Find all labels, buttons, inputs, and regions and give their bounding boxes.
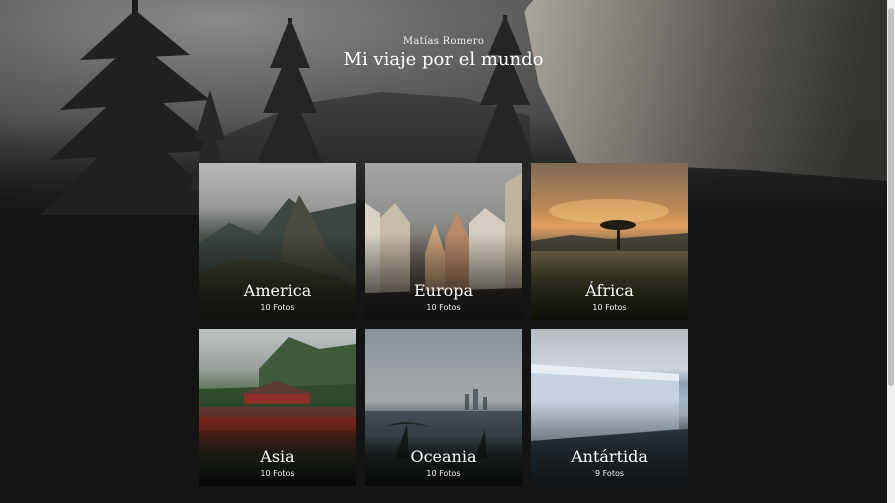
photo-count: 10 Fotos <box>260 469 295 478</box>
card-label: Oceania 10 Fotos <box>365 447 522 479</box>
continent-gallery: America 10 Fotos Europa 10 Fotos África … <box>199 163 688 486</box>
continent-name: Asia <box>260 447 295 466</box>
photo-count: 10 Fotos <box>260 303 295 312</box>
continent-name: America <box>243 281 312 300</box>
author-name: Matías Romero <box>402 36 485 47</box>
card-america[interactable]: America 10 Fotos <box>199 163 356 320</box>
scrollbar-thumb[interactable] <box>888 8 894 386</box>
continent-name: Oceania <box>410 447 477 466</box>
continent-name: Antártida <box>571 447 648 466</box>
continent-name: África <box>585 281 634 300</box>
card-oceania[interactable]: Oceania 10 Fotos <box>365 329 522 486</box>
card-europa[interactable]: Europa 10 Fotos <box>365 163 522 320</box>
page: Matías Romero Mi viaje por el mundo Amer… <box>0 0 895 503</box>
card-label: Asia 10 Fotos <box>199 447 356 479</box>
card-africa[interactable]: África 10 Fotos <box>531 163 688 320</box>
card-label: America 10 Fotos <box>199 281 356 313</box>
card-label: Europa 10 Fotos <box>365 281 522 313</box>
page-header: Matías Romero Mi viaje por el mundo <box>0 36 887 70</box>
photo-count: 10 Fotos <box>426 469 461 478</box>
vertical-scrollbar[interactable] <box>887 0 895 503</box>
card-label: África 10 Fotos <box>531 281 688 313</box>
card-asia[interactable]: Asia 10 Fotos <box>199 329 356 486</box>
card-label: Antártida 9 Fotos <box>531 447 688 479</box>
page-title: Mi viaje por el mundo <box>343 49 544 70</box>
card-antartida[interactable]: Antártida 9 Fotos <box>531 329 688 486</box>
photo-count: 10 Fotos <box>592 303 627 312</box>
photo-count: 9 Fotos <box>594 469 625 478</box>
continent-name: Europa <box>413 281 474 300</box>
photo-count: 10 Fotos <box>426 303 461 312</box>
